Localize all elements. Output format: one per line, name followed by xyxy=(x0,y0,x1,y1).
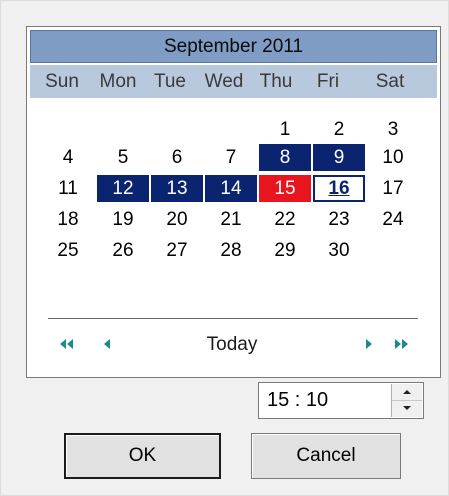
day-cell[interactable]: 30 xyxy=(313,237,365,264)
day-cell[interactable]: 11 xyxy=(42,175,94,202)
arrow-up-icon xyxy=(403,390,411,394)
day-cell[interactable]: 16 xyxy=(313,175,365,202)
right-arrow-icon xyxy=(366,339,372,349)
day-cell[interactable]: 5 xyxy=(97,144,149,171)
day-cell[interactable]: 7 xyxy=(205,144,257,171)
day-cell[interactable]: 28 xyxy=(205,237,257,264)
day-cell[interactable]: 22 xyxy=(259,206,311,233)
weekday-sun: Sun xyxy=(45,71,79,92)
day-cell[interactable]: 25 xyxy=(42,237,94,264)
day-cell[interactable]: 24 xyxy=(367,206,419,233)
cancel-button[interactable]: Cancel xyxy=(251,433,401,479)
prev-month-button[interactable] xyxy=(95,333,119,357)
day-cell[interactable]: 10 xyxy=(367,144,419,171)
time-picker[interactable]: 15 : 10 xyxy=(258,382,424,419)
day-cell[interactable]: 12 xyxy=(97,175,149,202)
day-cell[interactable]: 13 xyxy=(151,175,203,202)
weekday-thu: Thu xyxy=(259,71,293,92)
day-cell[interactable]: 3 xyxy=(367,116,419,143)
day-cell[interactable]: 18 xyxy=(42,206,94,233)
double-right-arrow-icon xyxy=(395,339,408,349)
day-cell[interactable]: 26 xyxy=(97,237,149,264)
weekday-mon: Mon xyxy=(99,71,137,92)
arrow-down-icon xyxy=(403,406,411,410)
day-cell[interactable]: 27 xyxy=(151,237,203,264)
calendar: September 2011 Sun Mon Tue Wed Thu Fri S… xyxy=(26,26,441,378)
day-cell[interactable]: 23 xyxy=(313,206,365,233)
divider xyxy=(48,318,418,319)
day-cell[interactable]: 4 xyxy=(42,144,94,171)
day-cell[interactable]: 6 xyxy=(151,144,203,171)
today-button[interactable]: Today xyxy=(187,331,277,359)
time-input[interactable]: 15 : 10 xyxy=(267,383,328,418)
day-cell[interactable]: 2 xyxy=(313,116,365,143)
day-cell[interactable]: 29 xyxy=(259,237,311,264)
day-cell[interactable]: 19 xyxy=(97,206,149,233)
next-year-button[interactable] xyxy=(389,333,413,357)
weekday-tue: Tue xyxy=(153,71,187,92)
prev-year-button[interactable] xyxy=(55,333,79,357)
day-cell[interactable]: 9 xyxy=(313,144,365,171)
next-month-button[interactable] xyxy=(357,333,381,357)
day-cell[interactable]: 21 xyxy=(205,206,257,233)
day-cell[interactable]: 1 xyxy=(259,116,311,143)
weekday-header: Sun Mon Tue Wed Thu Fri Sat xyxy=(30,65,437,98)
month-year-title[interactable]: September 2011 xyxy=(30,30,437,63)
double-left-arrow-icon xyxy=(60,339,73,349)
day-cell[interactable]: 8 xyxy=(259,144,311,171)
spin-up-button[interactable] xyxy=(392,384,422,401)
day-cell[interactable]: 15 xyxy=(259,175,311,202)
day-cell[interactable]: 14 xyxy=(205,175,257,202)
weekday-wed: Wed xyxy=(204,71,244,92)
weekday-sat: Sat xyxy=(375,71,405,92)
day-cell[interactable]: 20 xyxy=(151,206,203,233)
day-cell[interactable]: 17 xyxy=(367,175,419,202)
weekday-fri: Fri xyxy=(316,71,340,92)
left-arrow-icon xyxy=(104,339,110,349)
date-time-dialog: September 2011 Sun Mon Tue Wed Thu Fri S… xyxy=(0,0,449,496)
spin-down-button[interactable] xyxy=(392,400,422,416)
ok-button[interactable]: OK xyxy=(64,433,221,479)
time-spinner[interactable] xyxy=(391,384,422,417)
